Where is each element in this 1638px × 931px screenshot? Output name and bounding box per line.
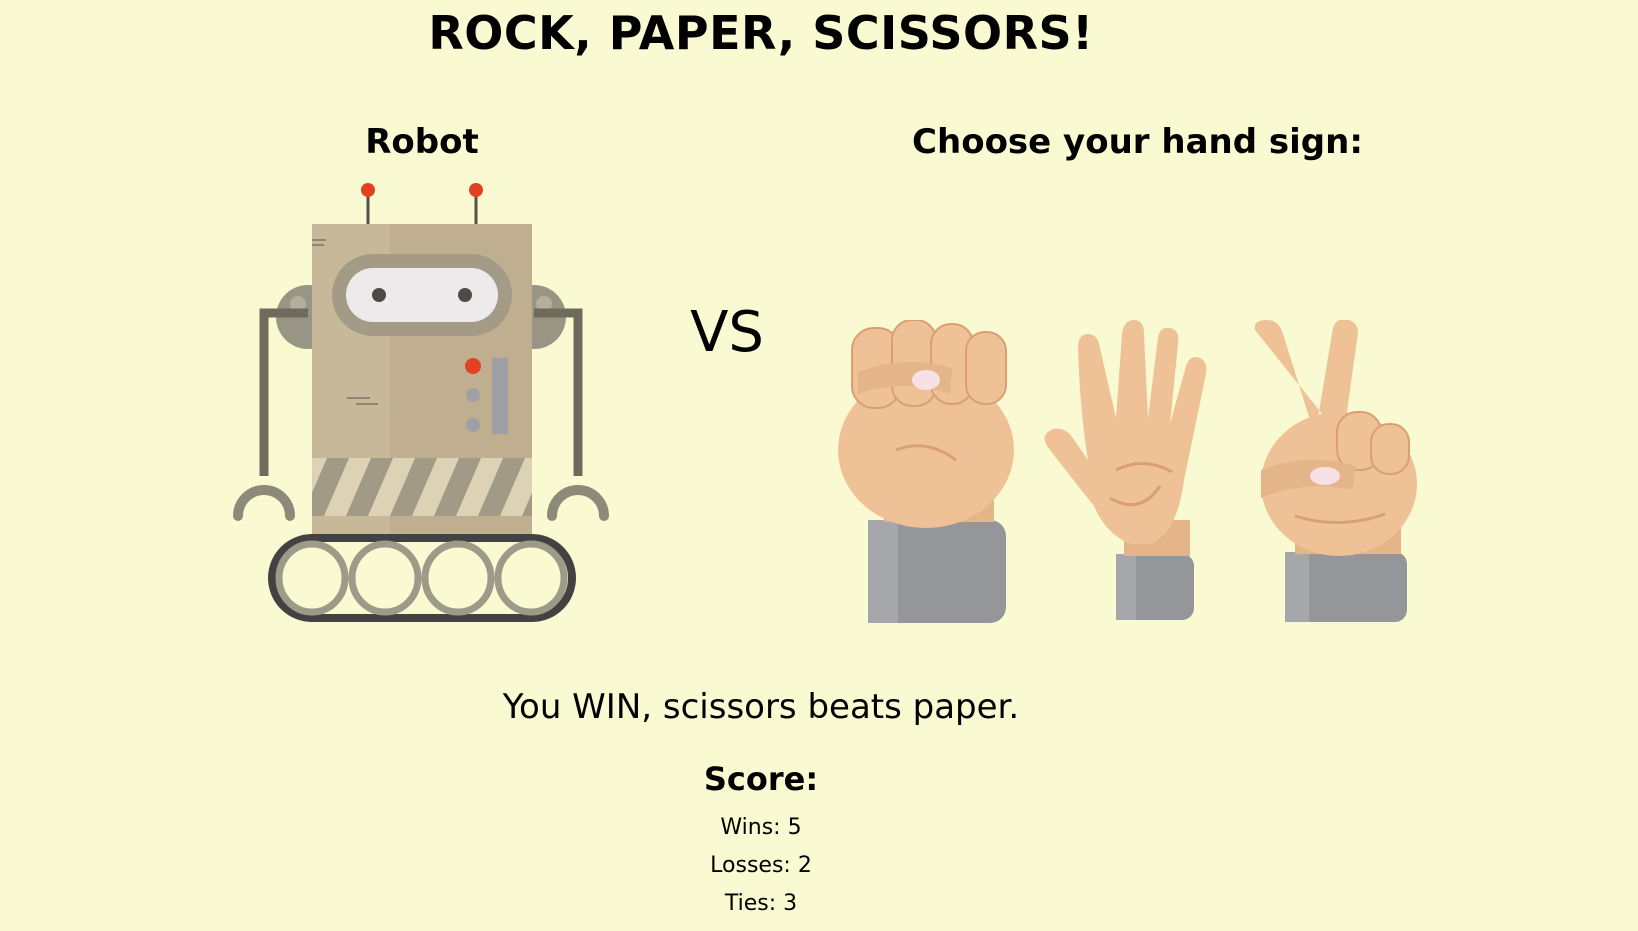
wins-stat: Wins: 5 xyxy=(0,815,1522,840)
ties-count: 3 xyxy=(783,891,798,916)
vs-label: VS xyxy=(690,300,764,365)
scissors-hand-button[interactable] xyxy=(1245,320,1420,625)
choose-hand-label: Choose your hand sign: xyxy=(912,122,1363,162)
paper-hand-button[interactable] xyxy=(1040,320,1220,625)
wins-count: 5 xyxy=(787,815,802,840)
page-title: ROCK, PAPER, SCISSORS! xyxy=(428,6,1094,60)
losses-label: Losses: xyxy=(710,853,798,878)
ties-stat: Ties: 3 xyxy=(0,891,1522,916)
result-message: You WIN, scissors beats paper. xyxy=(502,687,1020,727)
wins-label: Wins: xyxy=(720,815,788,840)
losses-count: 2 xyxy=(797,853,812,878)
robot-label: Robot xyxy=(365,122,479,162)
ties-label: Ties: xyxy=(724,891,784,916)
robot-icon xyxy=(233,183,609,622)
losses-stat: Losses: 2 xyxy=(0,853,1522,878)
score-title: Score: xyxy=(703,760,819,798)
rock-hand-button[interactable] xyxy=(836,320,1022,625)
